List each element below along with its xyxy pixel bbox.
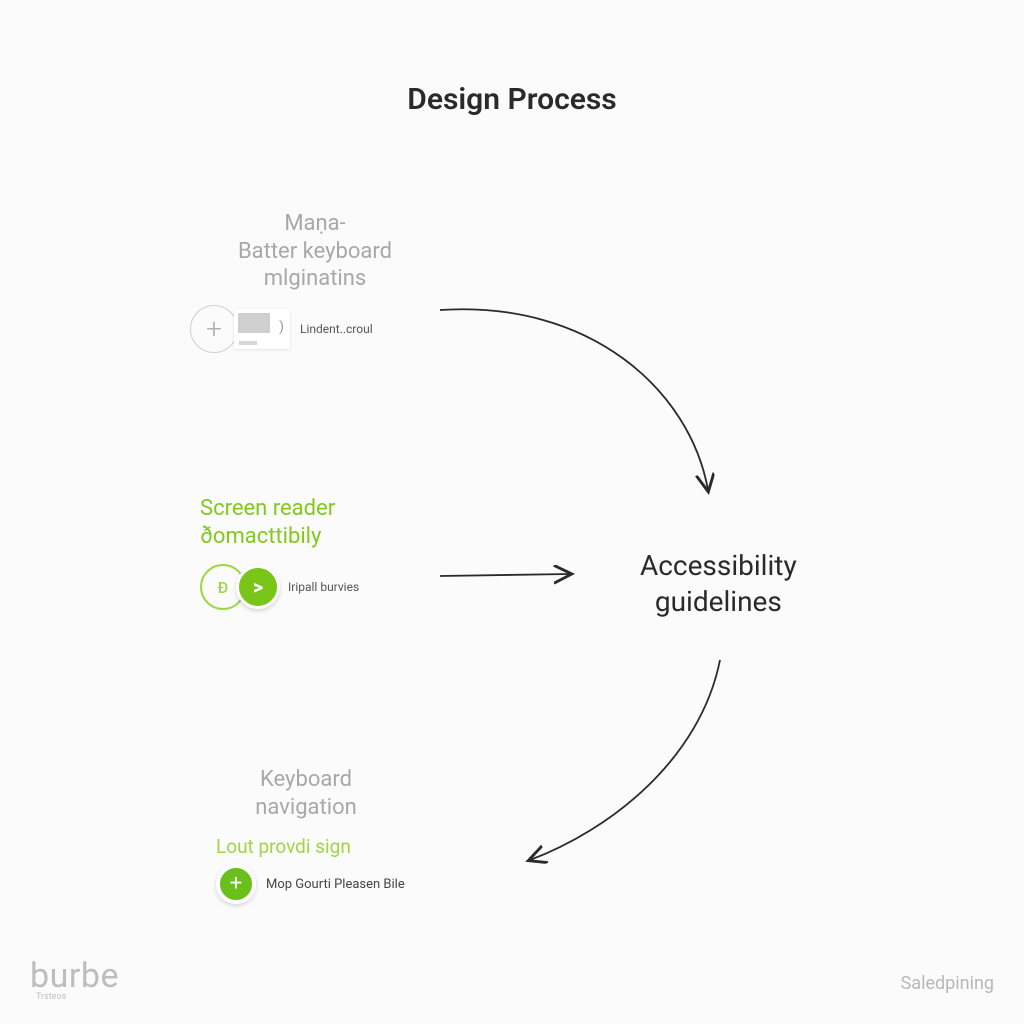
arrow-bottom [530, 660, 720, 860]
sound-icon: ) [279, 319, 284, 335]
add-icon: + [216, 864, 256, 904]
node1-line1: Maṇa- [284, 211, 345, 236]
node1-line2: Βatter keyboard [238, 239, 392, 264]
node2-tag: Iripall burvies [288, 580, 359, 594]
node3-line2: navigation [255, 795, 357, 820]
footer-right: Saledpining [901, 973, 994, 994]
node1-label: Maṇa- Βatter keyboard mlginatins [180, 210, 450, 293]
node3-desc: Mop Gourti Pleasen Bile [266, 877, 405, 892]
target-line1: Accessibility [640, 549, 797, 582]
arrow-top [440, 309, 708, 490]
node-screen-reader: Screen reader ðomacttibily Ð > Iripall b… [200, 495, 460, 610]
target-line2: guidelines [655, 585, 782, 618]
node1-tag: Lindent..croul [300, 322, 373, 336]
play-icon: > [236, 565, 280, 609]
node2-label: Screen reader ðomacttibily [200, 495, 460, 550]
target-accessibility-guidelines: Accessibility guidelines [640, 548, 797, 621]
node2-line1: Screen reader [200, 496, 335, 521]
plus-icon: + [190, 305, 238, 353]
node1-line3: mlginatins [264, 266, 367, 291]
node2-line2: ðomacttibily [200, 524, 321, 549]
brand-name: burbe [30, 956, 119, 996]
page-title: Design Process [0, 82, 1024, 117]
node-keyboard-batter: Maṇa- Βatter keyboard mlginatins + ) Lin… [190, 210, 450, 353]
node3-subtitle: Lout provdi sign [216, 835, 516, 858]
footer-brand: burbe Trsteos [30, 956, 119, 1002]
ring-glyph: Ð [218, 578, 229, 597]
card-icon: ) [234, 309, 290, 349]
node-keyboard-navigation: Keyboard navigation Lout provdi sign + M… [216, 766, 516, 904]
node3-label: Keyboard navigation [216, 766, 396, 821]
node3-line1: Keyboard [260, 767, 352, 792]
